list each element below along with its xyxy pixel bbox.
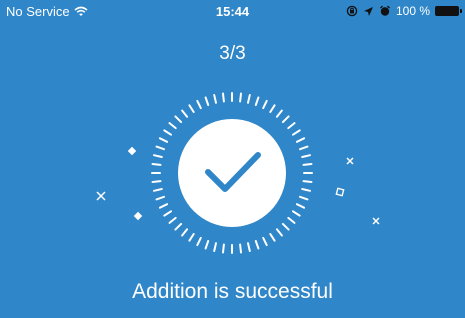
ring-tick (151, 163, 162, 166)
ring-tick (151, 180, 162, 183)
success-circle (178, 119, 286, 227)
ring-tick (295, 203, 306, 209)
ring-tick (222, 92, 225, 103)
ring-tick (281, 222, 290, 231)
ring-tick (287, 122, 296, 130)
ring-tick (287, 216, 296, 224)
ring-tick (247, 94, 251, 104)
ring-tick (204, 96, 210, 106)
ring-tick (247, 242, 251, 252)
ring-tick (155, 195, 165, 201)
sparkle-diamond-icon (133, 211, 143, 221)
ring-tick (275, 109, 283, 118)
ring-tick (292, 129, 301, 136)
ring-tick (155, 145, 165, 151)
ring-tick (281, 115, 290, 124)
ring-tick (181, 109, 189, 118)
ring-tick (163, 210, 172, 217)
ring-tick (302, 163, 313, 166)
ring-tick (254, 96, 260, 106)
ring-tick (196, 99, 202, 110)
ring-tick (299, 195, 309, 201)
sparkle-cross-icon (96, 191, 106, 201)
ring-tick (301, 154, 311, 158)
ring-tick (188, 233, 195, 242)
ring-tick (239, 92, 242, 103)
sparkle-cross-icon (346, 157, 354, 165)
ring-tick (158, 203, 169, 209)
ring-tick (299, 145, 309, 151)
ring-tick (168, 122, 177, 130)
ring-tick (222, 243, 225, 254)
sparkle-cross-icon (372, 217, 380, 225)
ring-tick (302, 180, 313, 183)
ring-tick (239, 243, 242, 254)
ring-tick (292, 210, 301, 217)
ring-tick (158, 137, 169, 143)
ring-tick (181, 228, 189, 237)
ring-tick (262, 99, 268, 110)
ring-tick (275, 228, 283, 237)
ring-tick (295, 137, 306, 143)
success-message: Addition is successful (132, 280, 333, 303)
sparkle-hollow-square-icon (335, 187, 345, 197)
ring-tick (269, 104, 276, 113)
ring-tick (196, 236, 202, 247)
ring-tick (174, 222, 183, 231)
success-graphic (96, 92, 380, 254)
ring-tick (153, 188, 163, 192)
ring-tick (153, 154, 163, 158)
ring-tick (301, 188, 311, 192)
ring-tick (188, 104, 195, 113)
sparkle-diamond-icon (127, 146, 137, 156)
ring-tick (262, 236, 268, 247)
ring-tick (269, 233, 276, 242)
ring-tick (213, 94, 217, 104)
ring-tick (213, 242, 217, 252)
ring-tick (168, 216, 177, 224)
ring-tick (174, 115, 183, 124)
ring-tick (163, 129, 172, 136)
ring-tick (204, 240, 210, 250)
ring-tick (254, 240, 260, 250)
